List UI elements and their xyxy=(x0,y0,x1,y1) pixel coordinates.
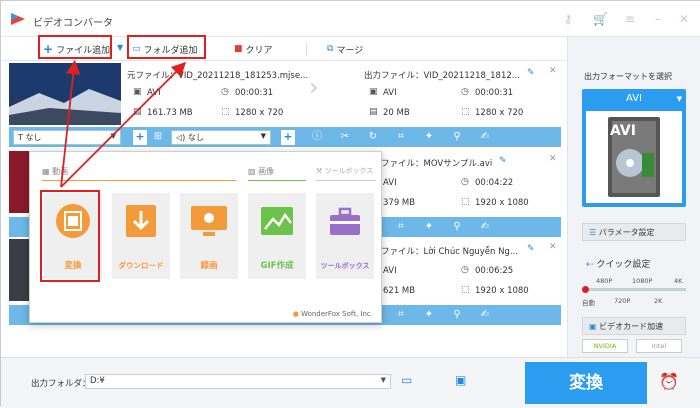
annotation-arrow xyxy=(60,59,81,188)
annotation-arrow xyxy=(60,61,187,188)
app-window: ビデオコンバータ ⚷ 🛒 ≡ – ✕ + ファイル追加 ▼ ▭ フォルダ追加 ■… xyxy=(0,0,700,408)
annotation-arrows xyxy=(60,59,187,188)
